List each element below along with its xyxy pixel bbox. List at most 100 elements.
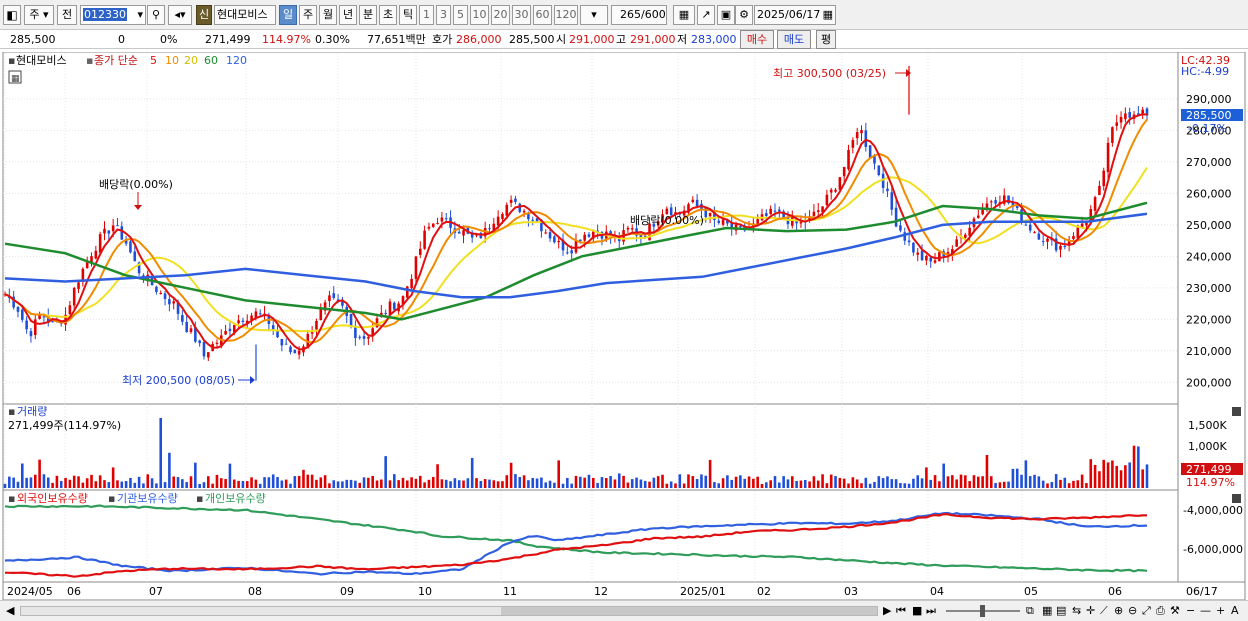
price-pane[interactable] — [2, 51, 1179, 405]
stop-icon[interactable]: ■ — [912, 604, 922, 618]
period-year[interactable]: 년 — [339, 5, 357, 25]
volume-bar — [925, 467, 928, 488]
period-day[interactable]: 일 — [279, 5, 297, 25]
period-minute[interactable]: 분 — [359, 5, 377, 25]
candle-body — [107, 230, 111, 234]
volume-bar — [951, 475, 954, 488]
price-y-tick: 290,000 — [1186, 93, 1232, 106]
fast-forward-icon[interactable]: ⏭ — [926, 604, 936, 618]
print-icon[interactable]: ⎙ — [1156, 604, 1165, 618]
drawing-tool-icon[interactable]: ↗ — [697, 5, 715, 25]
zoom-out-icon[interactable]: ⊖ — [1128, 604, 1137, 618]
volume-bar — [436, 464, 439, 488]
minus-icon[interactable]: − — [1186, 604, 1195, 618]
eval-button[interactable]: 평 — [816, 30, 836, 49]
volume-bar — [98, 475, 102, 488]
volume-bar — [583, 477, 586, 488]
volume-bar — [207, 476, 210, 488]
buy-button[interactable]: 매수 — [740, 30, 774, 49]
candle-body — [427, 226, 431, 229]
speaker-icon[interactable]: ◂▾ — [168, 5, 192, 25]
plus-icon[interactable]: + — [1216, 604, 1225, 618]
open-price: 291,000 — [569, 33, 615, 46]
volume-bar — [228, 463, 232, 488]
interval-1[interactable]: 1 — [419, 5, 434, 25]
volume-bar — [566, 477, 569, 488]
data-count-field[interactable]: 265/600 — [611, 5, 667, 25]
mode-dropdown[interactable]: 주 ▾ — [24, 5, 54, 25]
candle-body — [21, 309, 24, 320]
copy-icon[interactable]: ⧉ — [1026, 604, 1034, 618]
grid-icon[interactable]: ▤ — [1056, 604, 1066, 618]
compare-icon[interactable]: ⇆ — [1072, 604, 1081, 618]
scroll-bar[interactable]: ◀ ▶ ⏮ ■ ⏭ ⧉ ▦ ▤ ⇆ ✛ ⟋ ⊕ ⊖ ⤢ ⎙ ⚒ − — + A — [0, 600, 1248, 621]
volume-bar — [799, 480, 803, 488]
volume-bar — [626, 482, 630, 488]
scroll-left-icon[interactable]: ◀ — [6, 604, 14, 618]
chart-tools-icon[interactable]: ▦ — [673, 5, 695, 25]
interval-120[interactable]: 120 — [554, 5, 578, 25]
scroll-thumb[interactable] — [501, 607, 877, 615]
volume-bar — [1119, 470, 1123, 488]
x-axis-last-label: 06/17 — [1186, 585, 1218, 598]
candle-body — [531, 219, 535, 221]
holding-pane-close-icon[interactable] — [1232, 494, 1241, 503]
candle-body — [886, 188, 889, 192]
period-tick[interactable]: 틱 — [399, 5, 417, 25]
candle-body — [488, 228, 491, 230]
interval-20[interactable]: 20 — [491, 5, 510, 25]
volume-bar — [397, 480, 400, 488]
interval-60[interactable]: 60 — [533, 5, 552, 25]
candle-body — [375, 318, 379, 328]
window-layout-icon[interactable]: ◧ — [3, 5, 21, 25]
dash-icon[interactable]: — — [1200, 604, 1211, 618]
legend-dot: ▪ — [8, 54, 15, 67]
layout-icon[interactable]: ▦ — [1042, 604, 1052, 618]
scroll-track[interactable] — [20, 606, 878, 616]
sell-button[interactable]: 매도 — [777, 30, 811, 49]
volume-bar — [877, 476, 881, 488]
interval-dropdown[interactable]: ▾ — [580, 5, 608, 25]
interval-5[interactable]: 5 — [453, 5, 468, 25]
volume-bar — [812, 476, 816, 488]
zoom-in-icon[interactable]: ⊕ — [1114, 604, 1123, 618]
candle-body — [566, 252, 569, 254]
crosshair-icon[interactable]: ✛ — [1086, 604, 1095, 618]
period-week[interactable]: 주 — [299, 5, 317, 25]
volume-bar — [851, 477, 855, 488]
chart-area[interactable]: ▪ 현대모비스 ▪ 종가 단순 5 10 20 60 120 ▦ LC:42.3… — [0, 51, 1248, 601]
candle-body — [505, 204, 509, 216]
tools-icon[interactable]: ⚒ — [1170, 604, 1180, 618]
volume-bar — [656, 476, 660, 488]
candle-body — [825, 194, 829, 206]
volume-bar — [825, 483, 829, 488]
date-field[interactable]: 2025/06/17 ▦ — [754, 5, 836, 25]
candle-body — [215, 342, 219, 344]
gear-icon[interactable]: ⚙ — [735, 5, 753, 25]
period-month[interactable]: 월 — [319, 5, 337, 25]
interval-10[interactable]: 10 — [470, 5, 489, 25]
candle-body — [860, 130, 863, 134]
search-icon[interactable]: ⚲ — [147, 5, 165, 25]
legend-individual: 개인보유수량 — [205, 492, 266, 505]
trend-icon[interactable]: ⟋ — [1100, 604, 1108, 618]
save-icon[interactable]: ▣ — [717, 5, 735, 25]
interval-3[interactable]: 3 — [436, 5, 451, 25]
candle-body — [851, 140, 855, 148]
period-second[interactable]: 초 — [379, 5, 397, 25]
candle-body — [570, 250, 573, 254]
candle-body — [799, 221, 803, 224]
prev-button[interactable]: 전 — [57, 5, 77, 25]
stock-code-input[interactable]: 012330 ▾ — [80, 5, 146, 25]
interval-30[interactable]: 30 — [512, 5, 531, 25]
stock-name-field[interactable]: 현대모비스 — [214, 5, 276, 25]
scroll-right-icon[interactable]: ▶ — [883, 604, 891, 618]
chart-svg[interactable]: ▪ 현대모비스 ▪ 종가 단순 5 10 20 60 120 ▦ LC:42.3… — [0, 51, 1248, 601]
fit-icon[interactable]: ⤢ — [1142, 604, 1151, 618]
volume-pane-close-icon[interactable] — [1232, 407, 1241, 416]
font-size-icon[interactable]: A — [1231, 604, 1239, 618]
candle-body — [181, 315, 184, 322]
volume-bar — [505, 475, 509, 488]
zoom-slider-handle[interactable] — [980, 605, 985, 617]
rewind-icon[interactable]: ⏮ — [896, 604, 906, 618]
